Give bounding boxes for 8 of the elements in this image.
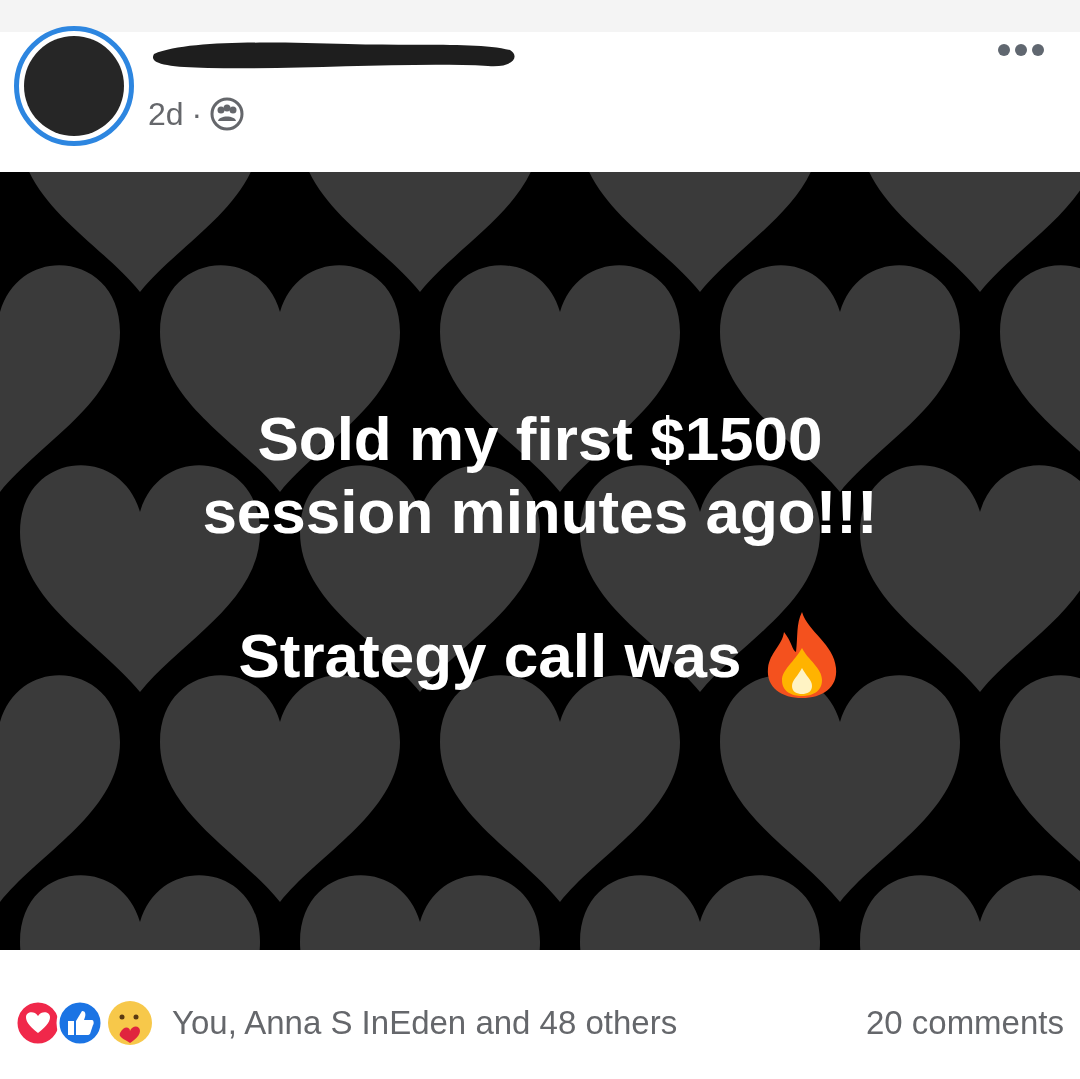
post-text: Strategy call was [238,619,742,692]
reactions-summary[interactable]: You, Anna S InEden and 48 others [172,997,678,1048]
more-icon[interactable] [998,44,1044,56]
post-time[interactable]: 2d [148,90,184,138]
comments-count[interactable]: 20 comments [865,997,1064,1048]
separator: · [191,95,203,134]
post-text: Sold my first $1500 session minutes ago!!! [201,402,879,548]
group-icon [210,97,245,131]
